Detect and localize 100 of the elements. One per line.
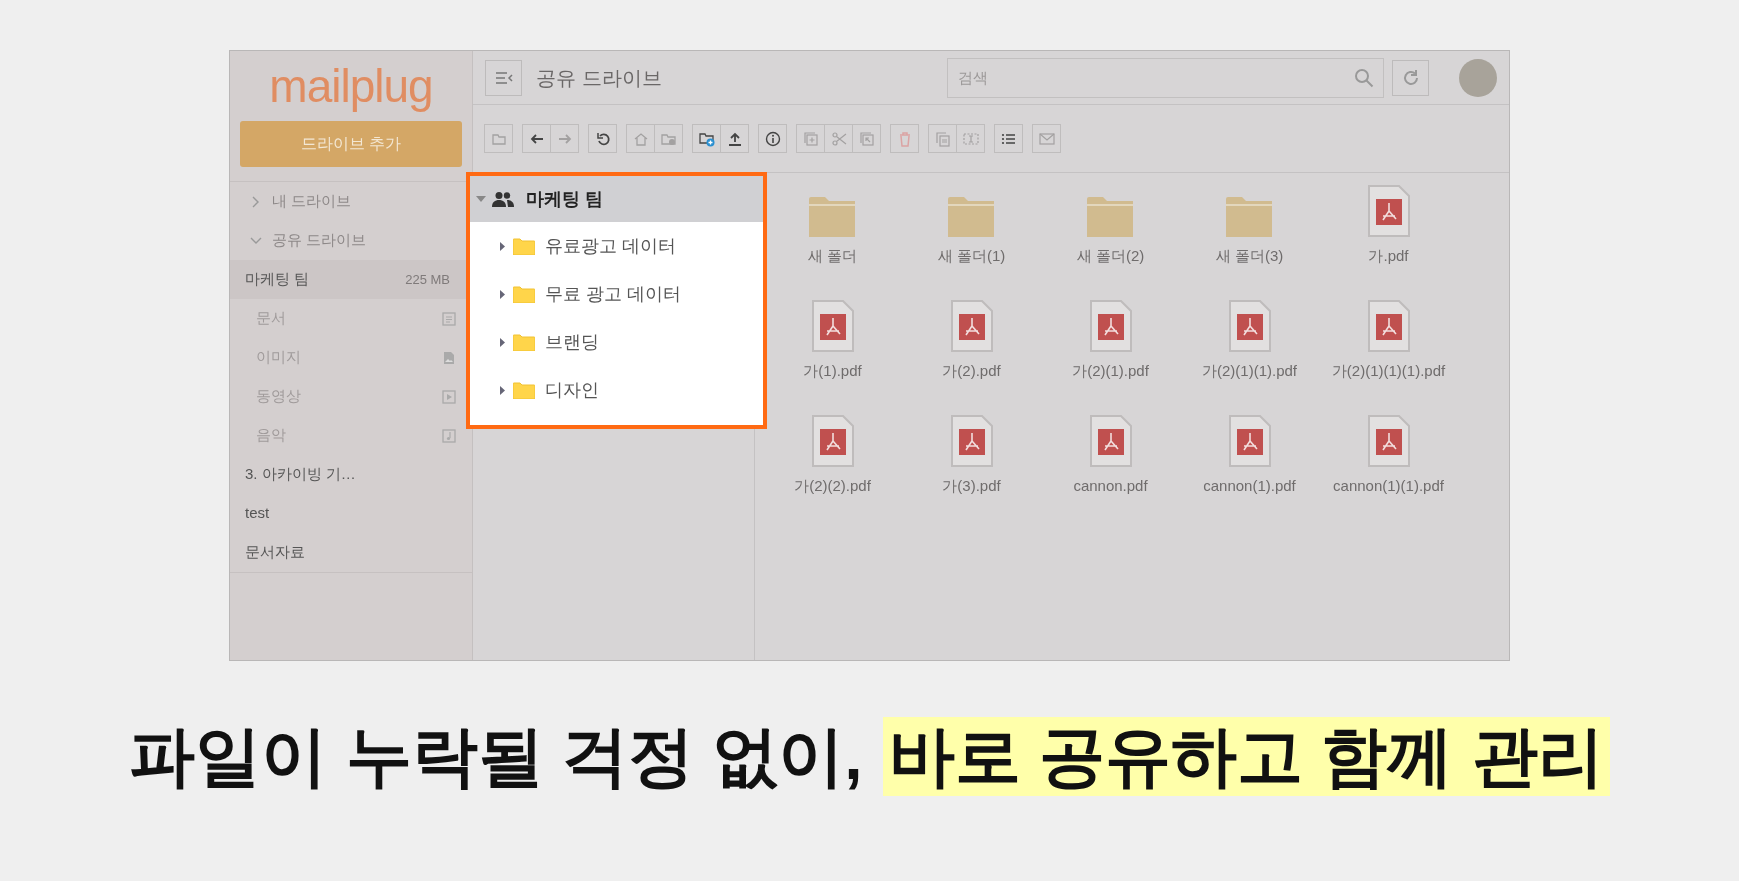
file-item[interactable]: cannon(1)(1).pdf [1319,415,1458,530]
folder-icon [1086,197,1135,237]
play-icon [442,389,456,404]
caption: 파일이 누락될 걱정 없이, [129,718,863,795]
file-name: 가(1).pdf [803,361,862,381]
image-file-icon [442,350,456,365]
mail-icon [1038,130,1055,147]
drive-item[interactable]: 3. 아카이빙 기… [230,455,472,494]
file-name: 새 폴더(2) [1076,246,1145,266]
document-icon [442,311,456,326]
drive-item[interactable]: 문서자료 [230,533,472,572]
file-item[interactable]: 새 폴더(2) [1041,185,1180,300]
file-item[interactable]: 가(2)(1)(1).pdf [1180,300,1319,415]
file-name: 가(2)(1).pdf [1072,361,1149,381]
pdf-file-icon [1367,300,1410,352]
folder-icon [947,197,996,237]
file-name: cannon.pdf [1073,476,1148,496]
move-icon [858,130,875,147]
drive-name: 3. 아카이빙 기… [245,464,356,485]
file-item[interactable]: 새 폴더 [763,185,902,300]
refresh-button[interactable] [1392,59,1429,96]
sidebar-section[interactable]: 공유 드라이브 [230,221,472,260]
section-label: 공유 드라이브 [272,230,367,251]
caret-right-icon [500,241,505,251]
info-button[interactable] [758,124,787,153]
highlighted-caption: 바로 공유하고 함께 관리 [882,717,1610,797]
pdf-file-icon [1228,415,1271,467]
logo-text: mailplug [268,59,434,114]
file-name: 새 폴더(3) [1215,246,1284,266]
pdf-file-icon [950,415,993,467]
file-name: 가(2)(1)(1).pdf [1202,361,1297,381]
file-name: cannon(1)(1).pdf [1333,476,1444,496]
tree-item[interactable]: 브랜딩 [470,318,763,366]
drive-name: 문서자료 [245,542,305,563]
file-item[interactable]: cannon.pdf [1041,415,1180,530]
list-button[interactable] [994,124,1023,153]
drive-size: 225 MB [405,270,451,289]
search-field[interactable]: 검색 [947,57,1384,98]
file-name: 가(2)(1)(1)(1).pdf [1331,361,1446,381]
drive-item[interactable]: test [230,494,472,533]
caret-right-icon [500,289,505,299]
pdf-file-icon [1367,415,1410,467]
avatar[interactable] [1459,58,1497,97]
folder-icon [513,237,535,255]
tree-root-item[interactable]: 마케팅 팀 [470,176,763,222]
upload-button[interactable] [720,124,749,153]
tree-label: 무료 광고 데이터 [545,282,681,306]
folder-plus-button[interactable] [692,124,721,153]
tree-item[interactable]: 무료 광고 데이터 [470,270,763,318]
file-item[interactable]: 가.pdf [1319,185,1458,300]
file-name: cannon(1).pdf [1203,476,1296,496]
music-note-icon [442,428,456,443]
caret-right-icon [500,337,505,347]
pdf-file-icon [1089,300,1132,352]
folder-icon [1225,197,1274,237]
folder-icon [513,333,535,351]
file-item[interactable]: 가(3).pdf [902,415,1041,530]
chevron-down-icon [250,236,262,245]
pdf-file-icon [811,300,854,352]
pdf-file-icon [1089,415,1132,467]
section-label: 내 드라이브 [272,191,352,212]
file-item[interactable]: 새 폴더(1) [902,185,1041,300]
undo-icon [594,130,611,147]
tree-label: 디자인 [545,378,599,402]
file-item[interactable]: 가(2)(2).pdf [763,415,902,530]
copy-icon [934,130,951,147]
file-item[interactable]: 가(2)(1)(1)(1).pdf [1319,300,1458,415]
file-item[interactable]: 가(1).pdf [763,300,902,415]
tree-label: 유료광고 데이터 [545,234,676,258]
file-item[interactable]: 가(2).pdf [902,300,1041,415]
folder-icon [513,285,535,303]
pdf-file-icon [1367,185,1410,237]
folder-icon [808,197,857,237]
file-name: 새 폴더(1) [937,246,1006,266]
folder-plus-icon [698,130,715,147]
file-name: 가(2)(2).pdf [794,476,871,496]
scissors-icon [830,130,847,147]
people-icon [492,191,514,207]
file-item[interactable]: cannon(1).pdf [1180,415,1319,530]
file-item[interactable]: 가(2)(1).pdf [1041,300,1180,415]
pdf-file-icon [950,300,993,352]
search-icon [1354,67,1374,88]
menu-icon [494,70,513,85]
file-name: 새 폴더 [807,246,858,266]
tree-label: 브랜딩 [545,330,599,354]
menu-button[interactable] [485,59,522,96]
tree-item[interactable]: 유료광고 데이터 [470,222,763,270]
pdf-file-icon [1228,300,1271,352]
upload-icon [726,130,743,147]
drive-name: 마케팅 팀 [245,269,310,290]
file-item[interactable]: 새 폴더(3) [1180,185,1319,300]
tree-item[interactable]: 디자인 [470,366,763,414]
tree-label: 마케팅 팀 [526,187,603,211]
file-name: 가(3).pdf [942,476,1001,496]
back-button[interactable] [522,124,551,153]
file-name: 가(2).pdf [942,361,1001,381]
page-title: 공유 드라이브 [536,65,662,91]
sidebar-section[interactable]: 내 드라이브 [230,182,472,221]
undo-button[interactable] [588,124,617,153]
caret-right-icon [500,385,505,395]
